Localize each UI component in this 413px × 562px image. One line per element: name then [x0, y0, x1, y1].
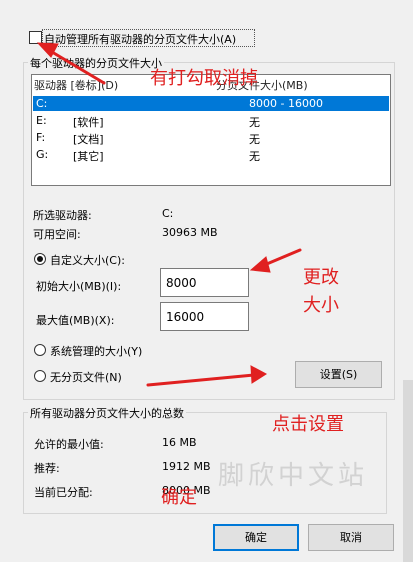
annotation-click-set: 点击设置	[272, 414, 344, 435]
annotation-change-size-2: 大小	[303, 295, 339, 316]
annotation-uncheck: 有打勾取消掉	[150, 68, 258, 89]
arrow-head-set-button	[250, 365, 267, 384]
annotation-change-size-1: 更改	[303, 267, 339, 288]
arrow-to-set-button	[146, 373, 256, 387]
arrow-to-checkbox	[45, 47, 106, 85]
virtual-memory-dialog: { "top": { "auto_manage_label": "自动管理所有驱…	[0, 0, 413, 562]
annotation-ok: 确定	[161, 487, 197, 508]
arrow-head-initial-size	[249, 256, 271, 273]
